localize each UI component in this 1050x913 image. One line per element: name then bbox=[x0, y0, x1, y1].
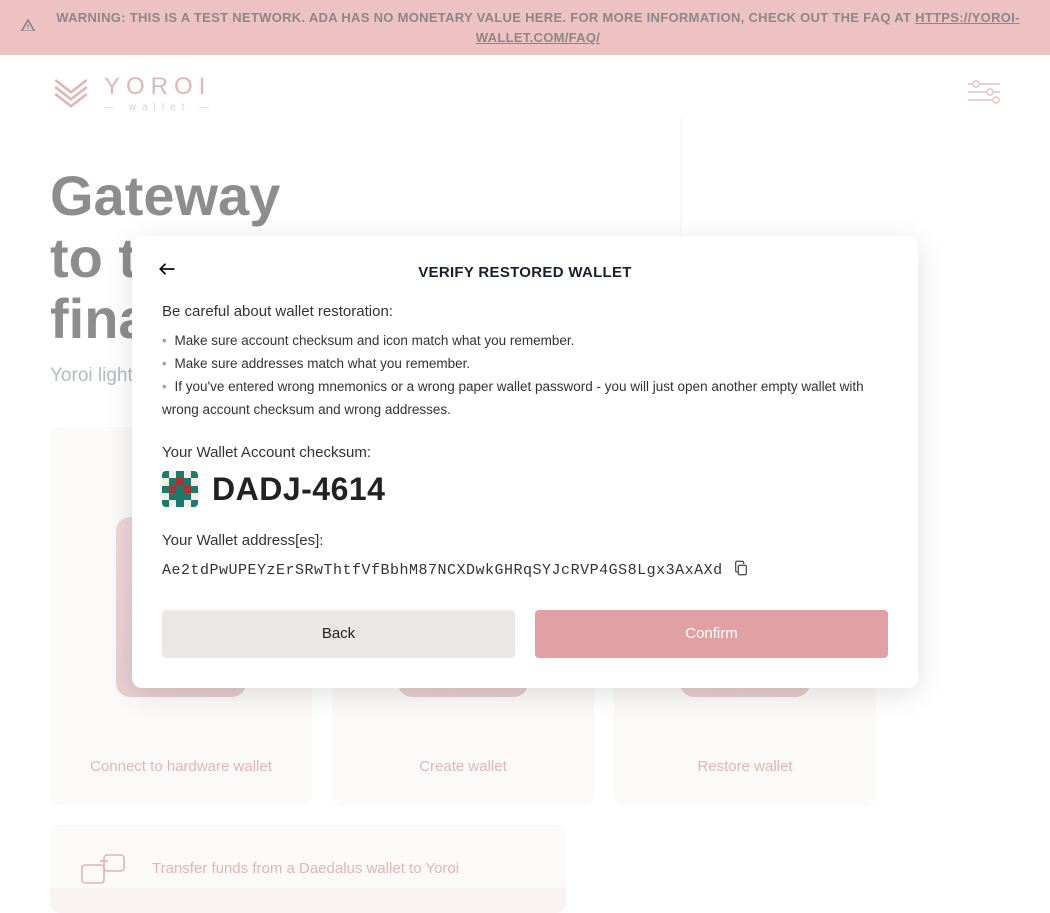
dialog-bullets: Make sure account checksum and icon matc… bbox=[162, 330, 888, 422]
address-label: Your Wallet address[es]: bbox=[162, 532, 888, 549]
address-row: Ae2tdPwUPEYzErSRwThtfVfBbhM87NCXDwkGHRqS… bbox=[162, 559, 888, 582]
back-button[interactable]: Back bbox=[162, 610, 515, 658]
copy-address-icon[interactable] bbox=[733, 559, 749, 582]
wallet-identicon bbox=[162, 471, 198, 507]
dialog-bullet: If you've entered wrong mnemonics or a w… bbox=[162, 376, 888, 422]
checksum-value: DADJ-4614 bbox=[212, 471, 385, 508]
confirm-button[interactable]: Confirm bbox=[535, 610, 888, 658]
modal-overlay: VERIFY RESTORED WALLET Be careful about … bbox=[0, 0, 1050, 888]
verify-restored-wallet-dialog: VERIFY RESTORED WALLET Be careful about … bbox=[132, 236, 918, 688]
wallet-address: Ae2tdPwUPEYzErSRwThtfVfBbhM87NCXDwkGHRqS… bbox=[162, 562, 723, 579]
dialog-bullet: Make sure addresses match what you remem… bbox=[162, 353, 888, 376]
dialog-bullet: Make sure account checksum and icon matc… bbox=[162, 330, 888, 353]
checksum-row: DADJ-4614 bbox=[162, 471, 888, 508]
checksum-label: Your Wallet Account checksum: bbox=[162, 444, 888, 461]
dialog-title: VERIFY RESTORED WALLET bbox=[162, 264, 888, 281]
dialog-intro: Be careful about wallet restoration: bbox=[162, 303, 888, 320]
dialog-actions: Back Confirm bbox=[162, 610, 888, 658]
back-arrow-icon[interactable] bbox=[156, 260, 178, 283]
